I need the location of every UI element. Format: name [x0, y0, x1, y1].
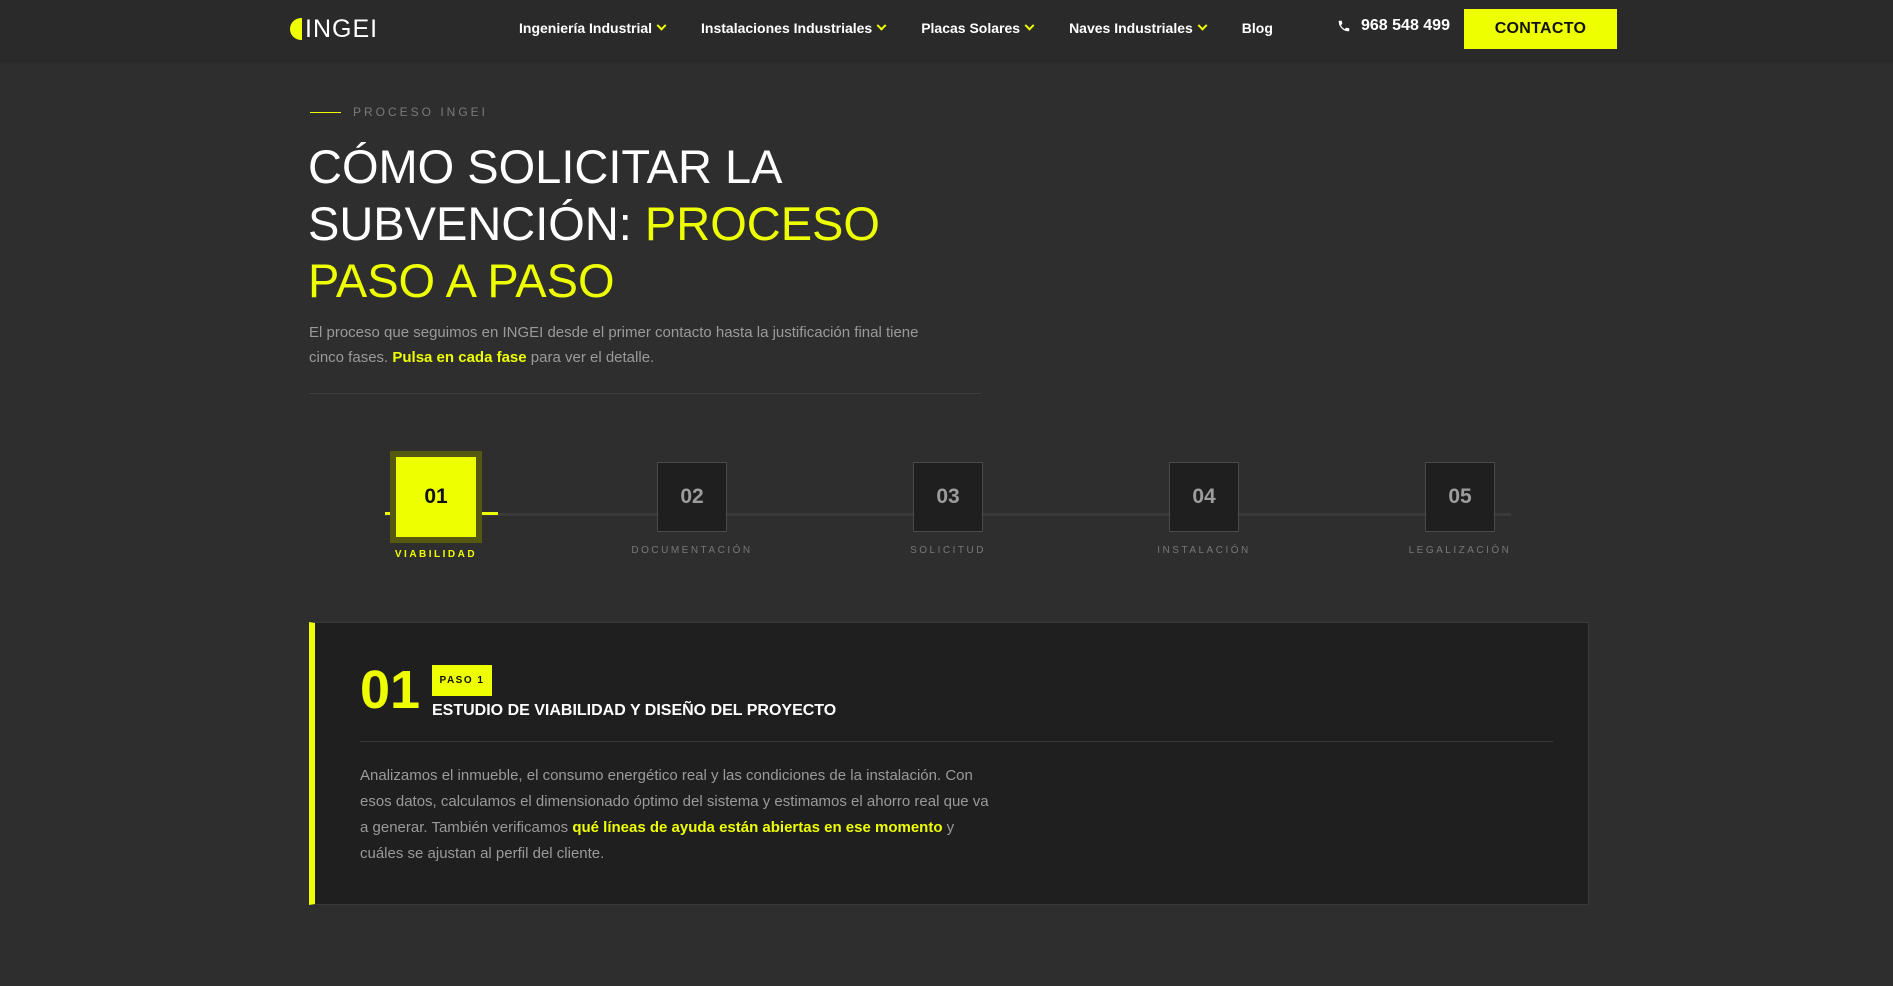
step-number: 04 [1169, 462, 1239, 532]
step-viabilidad[interactable]: 01 VIABILIDAD [366, 457, 506, 560]
step-number: 01 [396, 457, 476, 537]
menu-item-label: Ingeniería Industrial [519, 20, 653, 36]
step-solicitud[interactable]: 03 SOLICITUD [878, 460, 1018, 556]
step-detail-card: 01 PASO 1 ESTUDIO DE VIABILIDAD Y DISEÑO… [309, 622, 1589, 905]
step-label: DOCUMENTACIÓN [631, 545, 753, 556]
chevron-down-icon [656, 20, 667, 31]
detail-divider [360, 741, 1553, 742]
eyebrow-text: PROCESO INGEI [353, 105, 489, 119]
logo[interactable]: INGEI [290, 14, 378, 44]
step-number: 05 [1425, 462, 1495, 532]
logo-mark-icon [290, 18, 302, 40]
menu-item-label: Placas Solares [921, 20, 1021, 36]
menu-item-label: Instalaciones Industriales [701, 20, 873, 36]
phone-link[interactable]: 968 548 499 [1337, 17, 1450, 35]
step-label: SOLICITUD [910, 545, 986, 556]
menu-item-instalaciones-industriales[interactable]: Instalaciones Industriales [701, 20, 887, 36]
detail-title: ESTUDIO DE VIABILIDAD Y DISEÑO DEL PROYE… [432, 702, 837, 719]
lead-post: para ver el detalle. [526, 349, 655, 366]
chevron-down-icon [1197, 20, 1208, 31]
step-label: LEGALIZACIÓN [1408, 545, 1512, 556]
step-instalacion[interactable]: 04 INSTALACIÓN [1134, 460, 1274, 556]
chevron-down-icon [876, 20, 887, 31]
menu-item-label: Naves Industriales [1069, 20, 1193, 36]
menu-item-blog[interactable]: Blog [1242, 20, 1273, 36]
section-eyebrow: PROCESO INGEI [310, 105, 488, 119]
main-menu: Ingeniería Industrial Instalaciones Indu… [519, 0, 1309, 56]
detail-badge: PASO 1 [432, 665, 492, 696]
contact-button[interactable]: CONTACTO [1464, 9, 1617, 49]
menu-item-ingenieria-industrial[interactable]: Ingeniería Industrial [519, 20, 667, 36]
step-documentacion[interactable]: 02 DOCUMENTACIÓN [622, 460, 762, 556]
step-label: VIABILIDAD [394, 549, 478, 560]
step-number: 02 [657, 462, 727, 532]
section-lead: El proceso que seguimos en INGEI desde e… [309, 320, 949, 370]
phone-number: 968 548 499 [1361, 17, 1450, 34]
detail-number: 01 [360, 660, 421, 720]
detail-text-bold: qué líneas de ayuda están abiertas en es… [572, 819, 943, 836]
menu-item-label: Blog [1241, 20, 1273, 36]
detail-text: Analizamos el inmueble, el consumo energ… [360, 763, 1000, 867]
chevron-down-icon [1024, 20, 1035, 31]
step-legalizacion[interactable]: 05 LEGALIZACIÓN [1390, 460, 1530, 556]
lead-bold: Pulsa en cada fase [392, 349, 527, 366]
logo-text: INGEI [305, 14, 379, 43]
menu-item-placas-solares[interactable]: Placas Solares [921, 20, 1035, 36]
eyebrow-line [310, 111, 341, 113]
step-label: INSTALACIÓN [1157, 545, 1251, 556]
step-number: 03 [913, 462, 983, 532]
top-navbar: INGEI Ingeniería Industrial Instalacione… [0, 0, 1893, 62]
phone-icon [1338, 20, 1350, 32]
section-divider [309, 393, 981, 394]
menu-item-naves-industriales[interactable]: Naves Industriales [1069, 20, 1208, 36]
page-title: CÓMO SOLICITAR LA SUBVENCIÓN: PROCESO PA… [308, 138, 1008, 309]
